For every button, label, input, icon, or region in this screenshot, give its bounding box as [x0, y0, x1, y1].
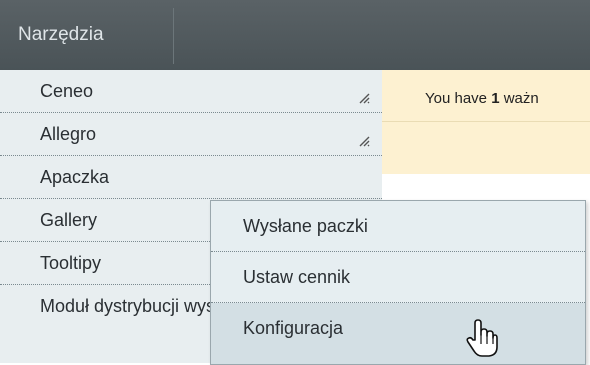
menu-item-label: Ceneo	[40, 81, 94, 101]
submenu-item-label: Konfiguracja	[243, 318, 344, 338]
resize-grip-icon	[358, 92, 370, 104]
nav-divider	[173, 8, 174, 64]
notice-suffix: ważn	[499, 90, 539, 107]
hand-pointer-icon	[465, 318, 499, 358]
menu-item-label: Allegro	[40, 124, 97, 144]
notice-count: 1	[491, 90, 500, 107]
notice-divider	[382, 121, 590, 122]
submenu-item-ustaw-cennik[interactable]: Ustaw cennik	[211, 252, 585, 303]
menu-item-label: Gallery	[40, 210, 98, 230]
apaczka-submenu: Wysłane paczki Ustaw cennik Konfiguracja	[210, 200, 586, 365]
notice-message: You have 1 ważn	[425, 90, 539, 107]
menu-item-ceneo[interactable]: Ceneo	[0, 70, 382, 113]
submenu-item-label: Ustaw cennik	[243, 267, 351, 287]
menu-item-apaczka[interactable]: Apaczka	[0, 156, 382, 199]
submenu-item-label: Wysłane paczki	[243, 216, 368, 236]
submenu-item-konfiguracja[interactable]: Konfiguracja	[211, 303, 585, 364]
menu-item-allegro[interactable]: Allegro	[0, 113, 382, 156]
notice-banner	[382, 70, 590, 174]
resize-grip-icon	[358, 135, 370, 147]
submenu-item-wyslane-paczki[interactable]: Wysłane paczki	[211, 201, 585, 252]
top-navigation-bar: Narzędzia	[0, 0, 590, 70]
notice-prefix: You have	[425, 90, 492, 107]
menu-item-label: Tooltipy	[40, 253, 102, 273]
nav-tab-narzedzia[interactable]: Narzędzia	[18, 0, 173, 70]
menu-item-label: Apaczka	[40, 167, 110, 187]
